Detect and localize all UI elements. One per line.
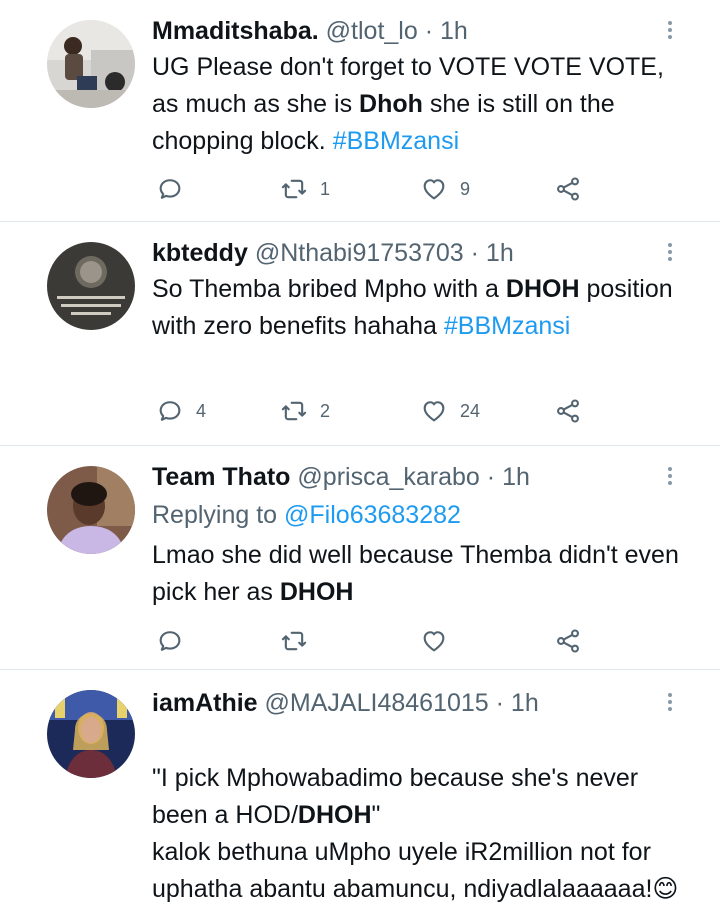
avatar[interactable] <box>47 466 135 554</box>
avatar[interactable] <box>47 20 135 108</box>
retweet-count: 1 <box>320 178 331 199</box>
tweet[interactable]: iamAthie @MAJALI48461015 · 1h "I pick Mp… <box>0 670 720 914</box>
retweet-icon <box>281 401 307 421</box>
tweet-text: "I pick Mphowabadimo because she's never… <box>152 723 680 908</box>
tweet-header: Team Thato @prisca_karabo · 1h <box>152 460 680 494</box>
separator: · <box>470 239 479 267</box>
author-handle[interactable]: @prisca_karabo <box>297 463 479 491</box>
author-handle[interactable]: @Nthabi91753703 <box>255 239 464 267</box>
author-handle[interactable]: @MAJALI48461015 <box>265 689 489 717</box>
hashtag-link[interactable]: #BBMzansi <box>333 127 459 155</box>
highlighted-keyword: DHOH <box>297 801 372 829</box>
share-icon <box>557 399 579 423</box>
timestamp[interactable]: 1h <box>486 239 514 267</box>
tweet-text-segment: "I pick Mphowabadimo because she's never… <box>152 764 639 829</box>
retweet-button[interactable]: 1 <box>280 172 330 206</box>
reply-icon <box>159 631 181 651</box>
tweet-text: So Themba bribed Mpho with a DHOH positi… <box>152 271 680 345</box>
tweet-text: Lmao she did well because Themba didn't … <box>152 537 680 611</box>
reply-button[interactable]: 4 <box>156 394 206 428</box>
like-button[interactable]: 24 <box>420 394 480 428</box>
tweet-text-segment: Lmao she did well because Themba didn't … <box>152 541 679 606</box>
retweet-count: 2 <box>320 400 331 421</box>
retweet-button[interactable]: 2 <box>280 394 330 428</box>
tweet-text-segment: So Themba bribed Mpho with a <box>152 275 506 303</box>
tweet-header: iamAthie @MAJALI48461015 · 1h <box>152 686 680 720</box>
more-options-icon[interactable] <box>660 18 680 46</box>
share-button[interactable] <box>554 394 582 428</box>
more-options-icon[interactable] <box>660 690 680 718</box>
reply-icon <box>159 179 181 199</box>
tweet-header: Mmaditshaba. @tlot_lo · 1h <box>152 14 680 48</box>
action-bar <box>152 624 592 658</box>
reply-icon <box>159 401 181 421</box>
retweet-button[interactable] <box>280 624 320 658</box>
author-name[interactable]: kbteddy <box>152 239 248 267</box>
like-count: 9 <box>460 178 471 199</box>
tweet[interactable]: Team Thato @prisca_karabo · 1h Replying … <box>0 446 720 670</box>
author-name[interactable]: Mmaditshaba. <box>152 17 319 45</box>
heart-icon <box>423 631 445 652</box>
tweet-feed: Mmaditshaba. @tlot_lo · 1h UG Please don… <box>0 0 720 914</box>
heart-icon <box>423 179 445 200</box>
tweet-header: kbteddy @Nthabi91753703 · 1h <box>152 236 680 270</box>
tweet[interactable]: kbteddy @Nthabi91753703 · 1h So Themba b… <box>0 222 720 446</box>
separator: · <box>486 463 496 491</box>
reply-count: 4 <box>196 400 207 421</box>
replying-to: Replying to @Filo63683282 <box>152 497 680 534</box>
timestamp[interactable]: 1h <box>502 463 530 491</box>
like-button[interactable] <box>420 624 460 658</box>
heart-icon <box>423 401 445 422</box>
like-count: 24 <box>460 400 481 421</box>
highlighted-keyword: DHOH <box>279 578 354 606</box>
retweet-icon <box>281 631 307 651</box>
highlighted-keyword: Dhoh <box>359 90 423 118</box>
tweet[interactable]: Mmaditshaba. @tlot_lo · 1h UG Please don… <box>0 0 720 222</box>
avatar[interactable] <box>47 242 135 330</box>
hashtag-link[interactable]: #BBMzansi <box>444 312 570 340</box>
tweet-text: UG Please don't forget to VOTE VOTE VOTE… <box>152 49 680 160</box>
author-handle[interactable]: @tlot_lo <box>326 17 418 45</box>
separator: · <box>424 17 434 45</box>
more-options-icon[interactable] <box>660 464 680 492</box>
replying-to-label: Replying to <box>152 501 285 529</box>
more-options-icon[interactable] <box>660 240 680 268</box>
author-name[interactable]: iamAthie <box>152 689 258 717</box>
share-icon <box>557 177 579 201</box>
separator: · <box>495 689 504 717</box>
timestamp[interactable]: 1h <box>511 689 539 717</box>
share-icon <box>557 629 579 653</box>
author-name[interactable]: Team Thato <box>152 463 290 491</box>
highlighted-keyword: DHOH <box>505 275 580 303</box>
like-button[interactable]: 9 <box>420 172 470 206</box>
retweet-icon <box>281 179 307 199</box>
action-bar: 4 2 24 <box>152 394 592 428</box>
avatar[interactable] <box>47 690 135 778</box>
share-button[interactable] <box>554 172 582 206</box>
timestamp[interactable]: 1h <box>440 17 468 45</box>
reply-button[interactable] <box>156 172 196 206</box>
replying-to-handle[interactable]: @Filo63683282 <box>284 501 461 529</box>
share-button[interactable] <box>554 624 582 658</box>
action-bar: 1 9 <box>152 172 592 206</box>
reply-button[interactable] <box>156 624 196 658</box>
